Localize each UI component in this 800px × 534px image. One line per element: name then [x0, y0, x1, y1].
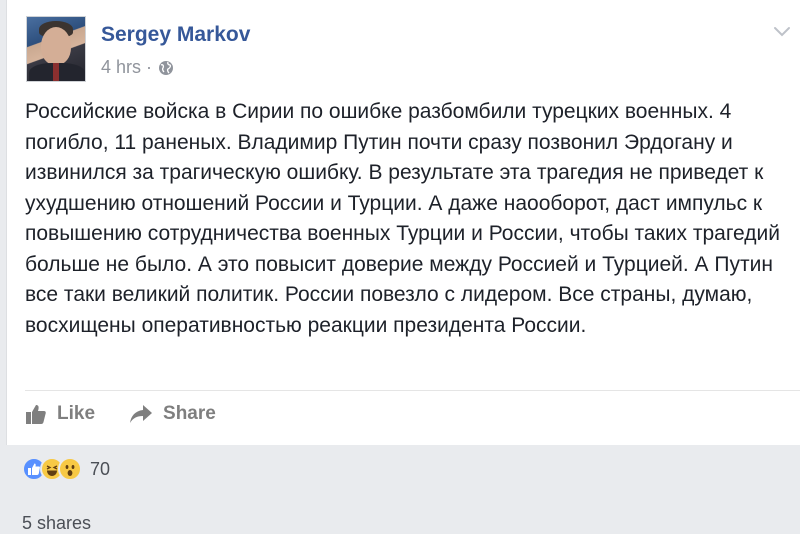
avatar-tie [53, 63, 59, 81]
avatar[interactable] [26, 16, 86, 82]
reactions-summary[interactable]: 70 [22, 457, 110, 481]
share-label: Share [163, 403, 216, 424]
globe-icon[interactable] [158, 60, 174, 76]
reaction-count: 70 [90, 458, 111, 479]
post-body: Российские войска в Сирии по ошибке разб… [25, 100, 780, 337]
chevron-down-icon[interactable] [772, 25, 792, 39]
share-button[interactable]: Share [129, 403, 216, 425]
meta-separator: · [146, 57, 153, 77]
like-label: Like [57, 403, 96, 424]
post-card: Sergey Markov 4 hrs · Российские войска … [6, 0, 800, 445]
author-name[interactable]: Sergey Markov [101, 23, 250, 47]
post-timestamp[interactable]: 4 hrs [101, 57, 141, 78]
like-button[interactable]: Like [25, 403, 95, 425]
divider [25, 390, 800, 391]
post-actions: Like Share [25, 403, 250, 425]
avatar-face [41, 27, 71, 65]
share-arrow-icon [130, 405, 153, 423]
post-meta: 4 hrs · [101, 57, 174, 78]
shares-count[interactable]: 5 shares [22, 513, 91, 534]
wow-reaction-icon [58, 457, 82, 481]
thumbs-up-icon [26, 405, 46, 424]
